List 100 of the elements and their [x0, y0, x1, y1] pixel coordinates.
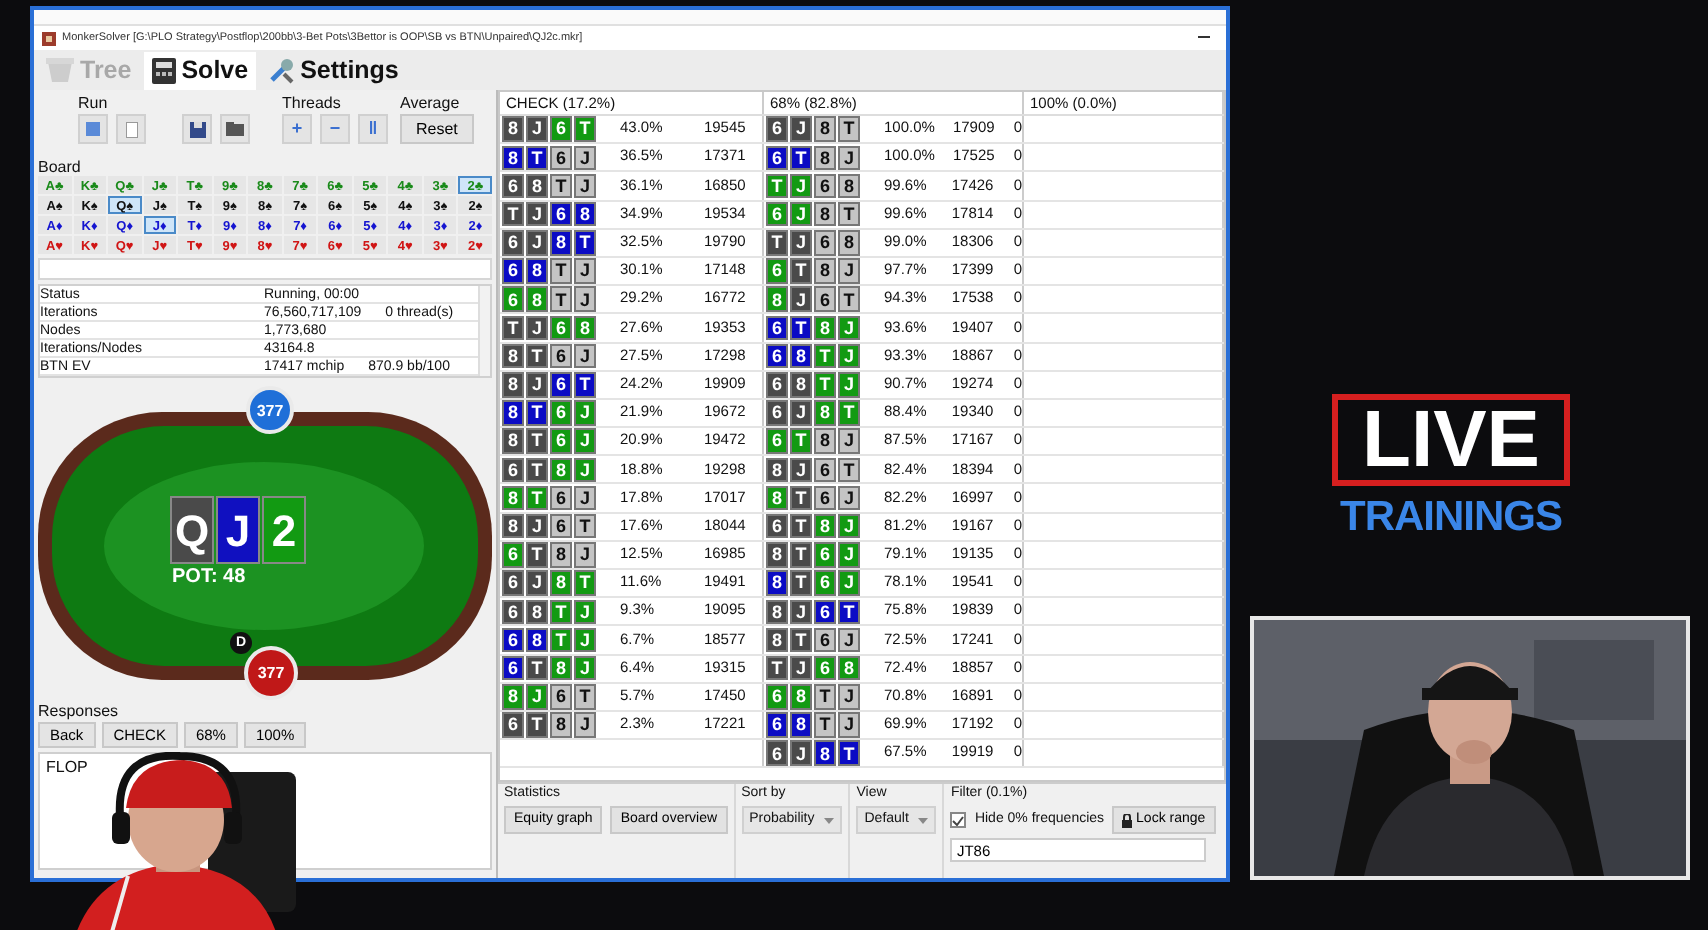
- card: T: [574, 372, 596, 398]
- card: J: [574, 428, 596, 454]
- card: 8: [814, 116, 836, 142]
- card: 6: [502, 570, 524, 596]
- save-button[interactable]: [182, 114, 212, 144]
- card: T: [526, 400, 548, 426]
- thread-button[interactable]: +: [282, 114, 312, 144]
- card: 8: [766, 599, 788, 625]
- thread-button[interactable]: −: [320, 114, 350, 144]
- card: 6: [766, 372, 788, 398]
- card: T: [790, 315, 812, 341]
- card: J: [790, 599, 812, 625]
- card: 6: [502, 457, 524, 483]
- card: 8: [550, 542, 572, 568]
- card: J: [526, 116, 548, 142]
- card: 8: [766, 570, 788, 596]
- tab[interactable]: Solve: [143, 52, 257, 90]
- floppy-icon: [189, 121, 205, 137]
- card: T: [526, 145, 548, 171]
- card: T: [526, 655, 548, 681]
- scrollbar[interactable]: [477, 286, 490, 377]
- card: T: [526, 485, 548, 511]
- card: 8: [502, 116, 524, 142]
- card: 8: [838, 230, 860, 256]
- card: J: [526, 201, 548, 227]
- card: J: [790, 740, 812, 766]
- tab[interactable]: Settings: [260, 52, 407, 90]
- card: 6: [550, 400, 572, 426]
- card: T: [790, 570, 812, 596]
- card: J: [838, 258, 860, 284]
- card: 8: [550, 570, 572, 596]
- live-logo: LIVE: [1332, 394, 1570, 486]
- card: T: [550, 258, 572, 284]
- card: 8: [790, 684, 812, 710]
- open-button[interactable]: [220, 114, 250, 144]
- card: 8: [502, 513, 524, 539]
- card: 6: [814, 542, 836, 568]
- card: 8: [814, 740, 836, 766]
- card: T: [838, 201, 860, 227]
- card: J: [838, 343, 860, 369]
- board-card: 2: [262, 496, 306, 565]
- card: 6: [550, 372, 572, 398]
- card: T: [526, 712, 548, 738]
- card: 6: [766, 712, 788, 738]
- card: J: [838, 627, 860, 653]
- card: J: [574, 485, 596, 511]
- card: 6: [766, 258, 788, 284]
- checkbox[interactable]: [950, 812, 967, 829]
- card: T: [838, 457, 860, 483]
- card: 6: [502, 655, 524, 681]
- card: 6: [814, 655, 836, 681]
- card: J: [526, 315, 548, 341]
- trainings-label: TRAININGS: [1340, 492, 1562, 544]
- card: J: [790, 655, 812, 681]
- thread-button[interactable]: ‖: [358, 114, 388, 144]
- board-card: J: [216, 496, 260, 565]
- card: T: [814, 684, 836, 710]
- card: T: [814, 372, 836, 398]
- step-button[interactable]: [116, 114, 146, 144]
- card: 8: [790, 712, 812, 738]
- card: 6: [814, 286, 836, 312]
- card: T: [526, 457, 548, 483]
- card: T: [838, 599, 860, 625]
- card: 8: [838, 655, 860, 681]
- board-field[interactable]: [38, 258, 492, 281]
- card: J: [838, 513, 860, 539]
- card: 6: [766, 343, 788, 369]
- card: T: [766, 173, 788, 199]
- card: 8: [814, 258, 836, 284]
- card: T: [790, 428, 812, 454]
- card: 8: [814, 513, 836, 539]
- card: 6: [814, 627, 836, 653]
- card: T: [838, 740, 860, 766]
- card: J: [574, 712, 596, 738]
- card: 8: [550, 655, 572, 681]
- folder-icon: [226, 122, 244, 136]
- card: J: [526, 570, 548, 596]
- card: 8: [766, 485, 788, 511]
- card: T: [790, 258, 812, 284]
- card: 6: [766, 315, 788, 341]
- start-button[interactable]: [78, 114, 108, 144]
- caret-icon: [824, 817, 835, 824]
- card: 6: [550, 343, 572, 369]
- card: T: [550, 627, 572, 653]
- card: 8: [526, 173, 548, 199]
- card: T: [574, 230, 596, 256]
- card: 6: [502, 173, 524, 199]
- page-icon: [125, 121, 137, 137]
- card: 8: [790, 343, 812, 369]
- reset-button[interactable]: Reset: [400, 114, 474, 144]
- card: T: [814, 712, 836, 738]
- pot-label: POT: 48: [172, 566, 246, 590]
- card: T: [766, 230, 788, 256]
- card: 8: [526, 286, 548, 312]
- card: 6: [766, 400, 788, 426]
- lock-icon: [1122, 813, 1133, 828]
- card: J: [790, 173, 812, 199]
- card: 8: [814, 201, 836, 227]
- card: 8: [526, 599, 548, 625]
- card: J: [574, 286, 596, 312]
